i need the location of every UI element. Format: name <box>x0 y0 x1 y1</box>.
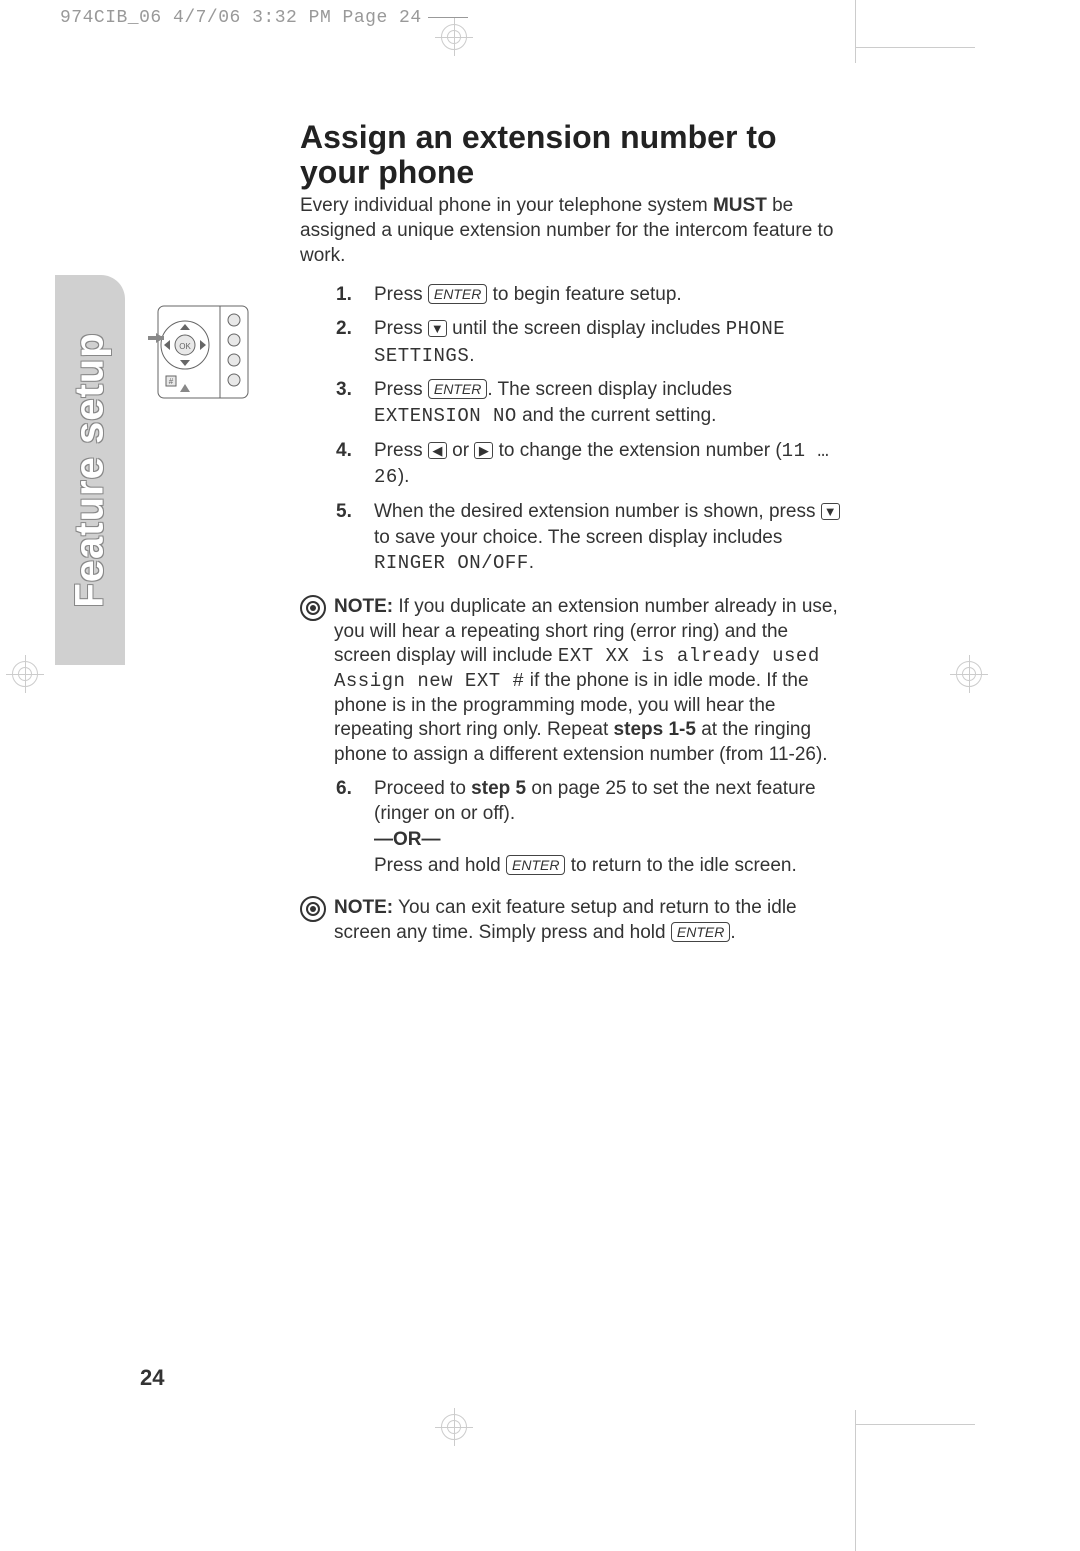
lcd-text: EXTENSION NO <box>374 405 517 427</box>
step-text: When the desired extension number is sho… <box>374 501 821 522</box>
prepress-slug: 974CIB_06 4/7/06 3:32 PM Page 24 <box>60 8 468 28</box>
note-icon <box>300 896 326 922</box>
enter-key-icon: ENTER <box>428 379 487 399</box>
step-2: 2. Press ▼ until the screen display incl… <box>370 316 840 369</box>
step-number: 1. <box>336 282 352 308</box>
svg-text:OK: OK <box>179 342 191 351</box>
page-number: 24 <box>140 1365 164 1391</box>
section-tab: Feature setup <box>55 275 125 665</box>
note-exit-setup: NOTE: You can exit feature setup and ret… <box>300 896 840 945</box>
step-number: 3. <box>336 377 352 403</box>
note-lead: NOTE: <box>334 596 393 617</box>
steps-list: 1. Press ENTER to begin feature setup. 2… <box>300 282 840 576</box>
svg-text:#: # <box>169 377 174 386</box>
crop-mark <box>855 1410 856 1551</box>
step-1: 1. Press ENTER to begin feature setup. <box>370 282 840 308</box>
step-6: 6. Proceed to step 5 on page 25 to set t… <box>370 776 840 879</box>
registration-mark <box>6 655 44 693</box>
note-lead: NOTE: <box>334 897 393 918</box>
step-text: Press <box>374 379 428 400</box>
step-text: or <box>447 440 474 461</box>
note-duplicate-extension: NOTE: If you duplicate an extension numb… <box>300 595 840 768</box>
step-text: . <box>529 552 534 573</box>
step-number: 4. <box>336 438 352 464</box>
registration-mark <box>435 1408 473 1446</box>
crop-mark <box>855 1424 975 1425</box>
step-text: to return to the idle screen. <box>565 855 796 876</box>
step-text: to change the extension number ( <box>493 440 781 461</box>
step-number: 5. <box>336 499 352 525</box>
or-separator: —OR— <box>374 829 441 850</box>
page-body: Assign an extension number to your phone… <box>300 120 840 950</box>
registration-mark <box>950 655 988 693</box>
prepress-slug-text: 974CIB_06 4/7/06 3:32 PM Page 24 <box>60 8 422 28</box>
crop-mark <box>855 0 856 63</box>
down-arrow-key-icon: ▼ <box>428 320 447 337</box>
intro-must: MUST <box>713 195 767 216</box>
step-5: 5. When the desired extension number is … <box>370 499 840 577</box>
page-title: Assign an extension number to your phone <box>300 120 840 190</box>
enter-key-icon: ENTER <box>671 922 730 942</box>
step-number: 6. <box>336 776 352 802</box>
note-stepsref: steps 1-5 <box>614 719 696 740</box>
step-text: Proceed to <box>374 778 471 799</box>
step-number: 2. <box>336 316 352 342</box>
lcd-text: RINGER ON/OFF <box>374 552 529 574</box>
phone-keypad-illustration: OK # <box>140 300 250 400</box>
enter-key-icon: ENTER <box>428 284 487 304</box>
step-4: 4. Press ◀ or ▶ to change the extension … <box>370 438 840 491</box>
steps-list-continued: 6. Proceed to step 5 on page 25 to set t… <box>300 776 840 879</box>
intro-pre: Every individual phone in your telephone… <box>300 195 713 216</box>
step-text: to begin feature setup. <box>487 284 681 305</box>
step-crossref: step 5 <box>471 778 526 799</box>
note-icon <box>300 595 326 621</box>
step-text: Press <box>374 318 428 339</box>
step-text: and the current setting. <box>517 405 717 426</box>
section-tab-label: Feature setup <box>68 332 113 607</box>
down-arrow-key-icon: ▼ <box>821 503 840 520</box>
note-body: . <box>730 922 735 943</box>
step-text: Press <box>374 440 428 461</box>
note-text: NOTE: You can exit feature setup and ret… <box>334 896 840 945</box>
step-text: to save your choice. The screen display … <box>374 527 782 548</box>
step-text: Press <box>374 284 428 305</box>
note-text: NOTE: If you duplicate an extension numb… <box>334 595 840 768</box>
right-arrow-key-icon: ▶ <box>474 442 493 459</box>
crop-mark <box>855 47 975 48</box>
registration-mark <box>435 18 473 56</box>
left-arrow-key-icon: ◀ <box>428 442 447 459</box>
enter-key-icon: ENTER <box>506 855 565 875</box>
step-text: ). <box>398 466 410 487</box>
step-text: until the screen display includes <box>447 318 726 339</box>
step-text: . <box>469 345 474 366</box>
step-text: Press and hold <box>374 855 506 876</box>
step-3: 3. Press ENTER. The screen display inclu… <box>370 377 840 429</box>
intro-paragraph: Every individual phone in your telephone… <box>300 194 840 268</box>
step-text: . The screen display includes <box>487 379 732 400</box>
